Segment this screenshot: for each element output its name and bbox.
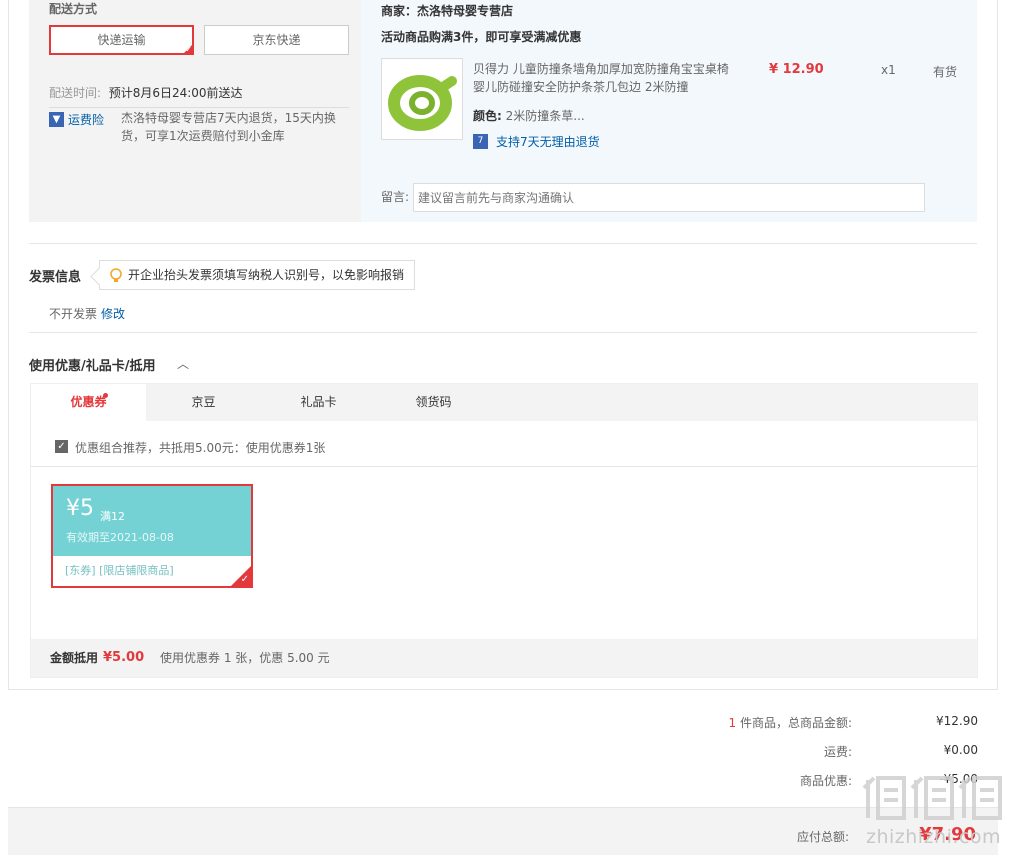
coupon-summary-info: 使用优惠券 1 张，优惠 5.00 元 [160, 651, 330, 665]
coupon-summary-label: 金额抵用 [50, 651, 99, 665]
lightbulb-icon [110, 268, 122, 282]
coupon-amount: ¥5 [66, 496, 94, 521]
total-items-row: 1 件商品，总商品金额: ¥12.90 [678, 714, 979, 734]
tab-label: 领货码 [415, 395, 452, 409]
promo-text: 活动商品购满3件，即可享受满减优惠 [381, 30, 582, 44]
coupon-condition: 满12 [100, 510, 125, 523]
shipping-option-express[interactable]: 快递运输 ✓ [49, 25, 194, 55]
divider [29, 332, 977, 333]
tab-redeem-code[interactable]: 领货码 [376, 384, 491, 421]
order-items-section: 商家：杰洛特母婴专营店 活动商品购满3件，即可享受满减优惠 贝得力 儿童防撞条墙… [361, 0, 977, 222]
combo-text: 优惠组合推荐，共抵用5.00元：使用优惠券1张 [75, 441, 326, 455]
coupon-summary-amount: ¥5.00 [103, 650, 145, 665]
shipping-option-label: 快递运输 [97, 33, 146, 47]
tab-label: 礼品卡 [300, 395, 337, 409]
divider [49, 107, 349, 108]
items-label-text: 件商品，总商品金额: [736, 716, 852, 730]
coupon-tabs: 优惠券 京豆 礼品卡 领货码 [31, 384, 977, 421]
shipping-option-label: 京东快递 [252, 33, 301, 47]
divider [29, 243, 977, 244]
product-stock: 有货 [933, 65, 958, 79]
invoice-tip: 开企业抬头发票须填写纳税人识别号，以免影响报销 [99, 260, 415, 290]
payable-bar: 应付总额: ¥7.90 [8, 807, 998, 855]
shipping-insurance-link[interactable]: 运费险 [68, 111, 104, 128]
product-name-link[interactable]: 贝得力 儿童防撞条墙角加厚加宽防撞角宝宝桌椅婴儿防碰撞安全防护条茶几包边 2米防… [473, 60, 733, 96]
check-icon: ✓ [185, 45, 192, 54]
coupon-card[interactable]: ¥5 满12 有效期至2021-08-08 [东券] [限店铺限商品] ✓ [51, 484, 253, 588]
delivery-time-value: 预计8月6日24:00前送达 [108, 86, 243, 100]
tab-coupons[interactable]: 优惠券 [31, 384, 146, 421]
shipping-fee-value: ¥0.00 [943, 743, 978, 757]
product-color: 颜色: 2米防撞条草... [473, 107, 585, 124]
shipping-fee-label: 运费: [823, 745, 852, 759]
coupon-summary: 金额抵用 ¥5.00 使用优惠券 1 张，优惠 5.00 元 [31, 639, 977, 677]
coupon-header: ¥5 满12 有效期至2021-08-08 [53, 486, 251, 556]
coupon-validity: 有效期至2021-08-08 [66, 531, 174, 544]
tab-gift-card[interactable]: 礼品卡 [261, 384, 376, 421]
product-image[interactable] [381, 58, 463, 140]
tab-label: 京豆 [191, 395, 216, 409]
check-icon: ✓ [240, 574, 249, 585]
delivery-time: 配送时间: 预计8月6日24:00前送达 [49, 84, 243, 101]
shipping-fee-row: 运费: ¥0.00 [678, 743, 978, 763]
delivery-time-label: 配送时间: [49, 86, 102, 100]
discount-label: 商品优惠: [799, 774, 852, 788]
watermark-logo [862, 776, 1002, 820]
product-color-label: 颜色: [473, 109, 502, 123]
merchant-name: 商家：杰洛特母婴专营店 [381, 4, 514, 18]
shield-icon: ▼ [49, 112, 64, 127]
shipping-option-jd[interactable]: 京东快递 [204, 25, 349, 55]
product-price: ¥ 12.90 [769, 62, 824, 77]
note-label: 留言: [381, 190, 410, 204]
tab-jingdou[interactable]: 京豆 [146, 384, 261, 421]
chevron-up-icon[interactable]: ︿ [177, 355, 189, 372]
checkbox-icon[interactable]: ✓ [55, 440, 68, 453]
invoice-edit-link[interactable]: 修改 [101, 305, 125, 322]
return-policy-link[interactable]: 支持7天无理由退货 [496, 133, 600, 150]
product-quantity: x1 [881, 63, 896, 77]
item-count: 1 [728, 716, 737, 730]
shipping-section: 配送方式 快递运输 ✓ 京东快递 配送时间: 预计8月6日24:00前送达 ▼ … [29, 0, 361, 222]
tab-label: 优惠券 [70, 395, 107, 409]
product-color-value: 2米防撞条草... [505, 109, 585, 123]
invoice-status: 不开发票 [49, 307, 98, 321]
shipping-insurance-text: 杰洛特母婴专营店7天内退货，15天内换货，可享1次运费赔付到小金库 [121, 111, 336, 143]
watermark-site: zhizhizhi.com [866, 826, 1002, 848]
shipping-title: 配送方式 [49, 2, 98, 16]
total-items-label: 1 件商品，总商品金额: [729, 714, 853, 731]
coupon-section-title[interactable]: 使用优惠/礼品卡/抵用 [29, 355, 156, 374]
invoice-title: 发票信息 [29, 270, 82, 285]
notification-dot [103, 393, 108, 398]
invoice-tip-text: 开企业抬头发票须填写纳税人识别号，以免影响报销 [128, 268, 405, 282]
coupon-panel: 优惠券 京豆 礼品卡 领货码 ✓ 优惠组合推荐，共抵用5.00元：使用优惠券1张… [30, 383, 978, 678]
return-icon: 7 [473, 134, 488, 149]
note-input[interactable] [413, 183, 925, 212]
total-items-value: ¥12.90 [936, 714, 978, 728]
coupon-tags: [东券] [限店铺限商品] [65, 564, 174, 577]
payable-label: 应付总额: [796, 830, 849, 844]
divider [31, 466, 977, 467]
